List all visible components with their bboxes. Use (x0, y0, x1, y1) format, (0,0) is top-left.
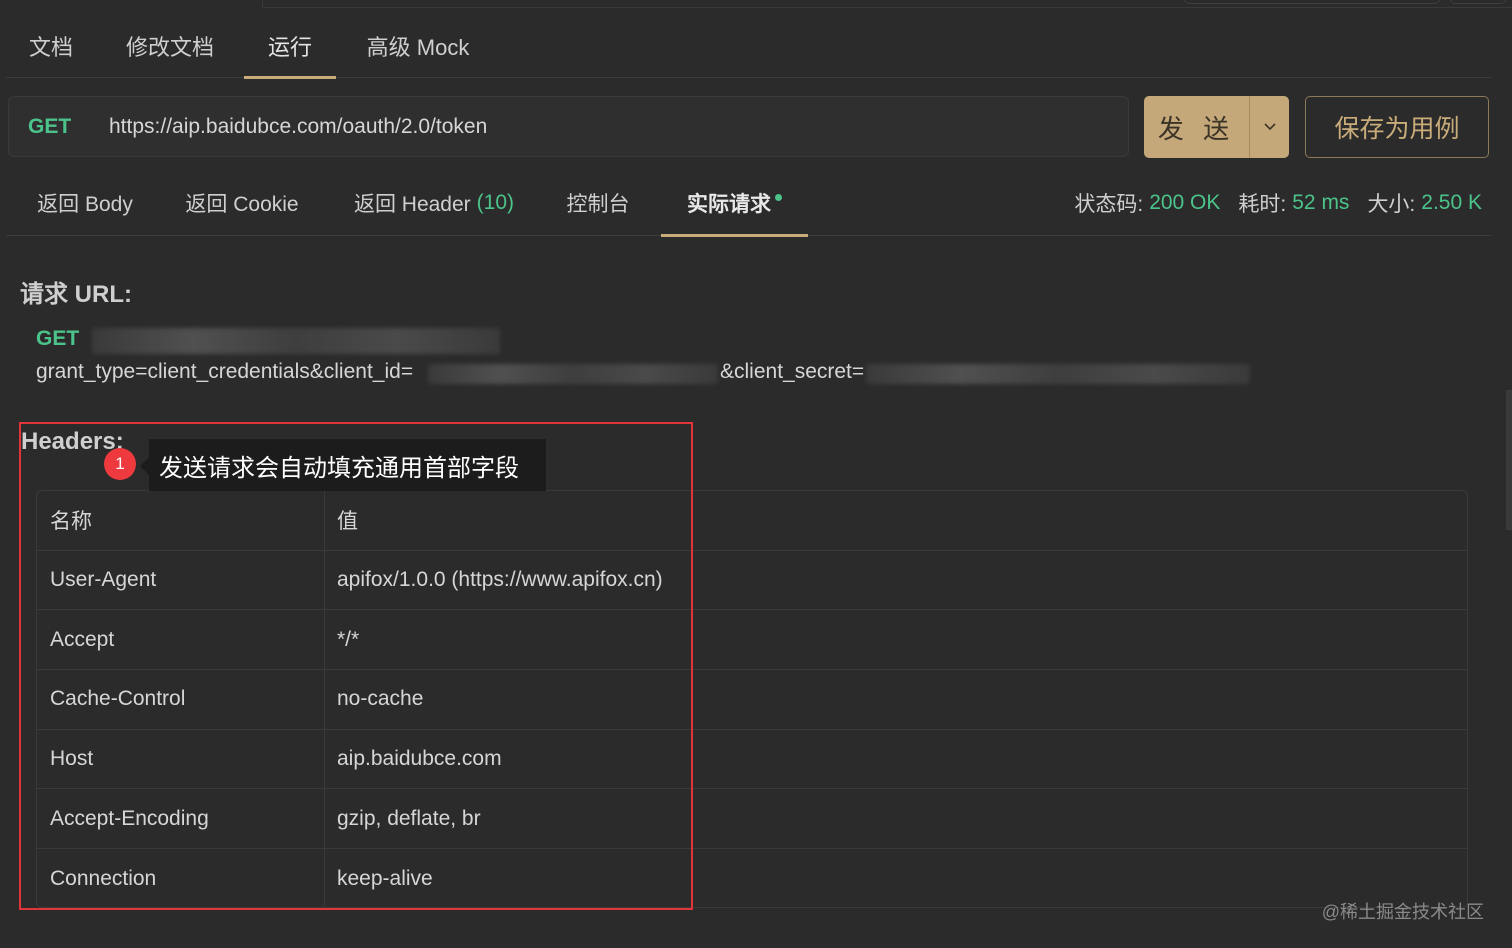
tab-actual-request-label: 实际请求 (687, 193, 771, 216)
column-name-header: 名称 (37, 491, 325, 550)
header-value: aip.baidubce.com (337, 747, 502, 771)
size-value: 2.50 K (1421, 191, 1482, 214)
header-name: Cache-Control (37, 670, 325, 729)
table-row: Host aip.baidubce.com (37, 729, 1467, 790)
header-name: Connection (37, 849, 325, 907)
table-header-row: 名称 值 (37, 491, 1467, 551)
main-tabs: 文档 修改文档 运行 高级 Mock (6, 14, 1492, 79)
request-query-secret: &client_secret= (720, 360, 865, 383)
tab-console[interactable]: 控制台 (556, 170, 640, 236)
time-label: 耗时: (1238, 193, 1287, 216)
header-value: apifox/1.0.0 (https://www.apifox.cn) (337, 568, 663, 592)
redacted-client-id (428, 364, 718, 384)
header-name: Accept (37, 610, 325, 670)
header-value: keep-alive (337, 866, 433, 890)
chevron-down-icon (1263, 123, 1276, 131)
redacted-client-secret (866, 364, 1250, 384)
tab-advanced-mock[interactable]: 高级 Mock (336, 14, 500, 78)
top-search-box[interactable] (1184, 0, 1440, 4)
tab-actual-request[interactable]: 实际请求 (661, 170, 808, 237)
table-row: Accept-Encoding gzip, deflate, br (37, 789, 1467, 850)
request-method: GET (36, 327, 80, 350)
table-row: Cache-Control no-cache (37, 670, 1467, 730)
header-value: no-cache (337, 687, 424, 711)
response-stats: 状态码: 200 OK 耗时: 52 ms 大小: 2.50 K (1056, 170, 1482, 236)
send-button-group: 发 送 (1144, 96, 1289, 158)
top-bar (262, 0, 1512, 8)
status-value: 200 OK (1149, 191, 1221, 214)
tab-response-cookie[interactable]: 返回 Cookie (172, 170, 312, 236)
tab-edit-docs[interactable]: 修改文档 (96, 14, 244, 78)
response-tabs: 返回 Body 返回 Cookie 返回 Header (10) 控制台 实际请… (6, 170, 1492, 237)
url-bar[interactable]: GET https://aip.baidubce.com/oauth/2.0/t… (8, 96, 1129, 157)
send-button[interactable]: 发 送 (1144, 96, 1250, 158)
request-url-title: 请求 URL: (20, 281, 132, 308)
header-name: Host (37, 729, 325, 789)
save-as-case-button[interactable]: 保存为用例 (1305, 96, 1489, 158)
tab-docs[interactable]: 文档 (6, 14, 96, 78)
top-action-box[interactable] (1450, 0, 1506, 4)
tab-run[interactable]: 运行 (244, 14, 336, 79)
headers-table: 名称 值 User-Agent apifox/1.0.0 (https://ww… (36, 490, 1468, 908)
status-label: 状态码: (1074, 193, 1144, 216)
table-row: User-Agent apifox/1.0.0 (https://www.api… (37, 550, 1467, 611)
tab-response-header[interactable]: 返回 Header (10) (342, 170, 526, 236)
header-name: Accept-Encoding (37, 789, 325, 849)
tab-response-header-label: 返回 Header (353, 193, 471, 216)
header-value: gzip, deflate, br (337, 806, 481, 830)
time-value: 52 ms (1292, 191, 1350, 214)
watermark: @稀土掘金技术社区 (1321, 902, 1484, 922)
request-query: grant_type=client_credentials&client_id= (36, 360, 414, 383)
tab-response-body[interactable]: 返回 Body (20, 170, 150, 236)
column-value-header: 值 (337, 510, 358, 534)
send-options-button[interactable] (1250, 96, 1289, 158)
redacted-url (92, 328, 500, 354)
table-row: Connection keep-alive (37, 849, 1467, 907)
active-dot-icon (775, 193, 782, 201)
annotation-tooltip: 发送请求会自动填充通用首部字段 (140, 439, 546, 491)
header-count: (10) (476, 191, 515, 214)
table-row: Accept */* (37, 610, 1467, 671)
scrollbar[interactable] (1506, 390, 1512, 530)
method-select[interactable]: GET (9, 115, 109, 139)
header-name: User-Agent (37, 550, 325, 610)
url-input[interactable]: https://aip.baidubce.com/oauth/2.0/token (109, 115, 487, 139)
header-value: */* (337, 627, 360, 651)
annotation-badge: 1 (104, 448, 136, 480)
size-label: 大小: (1367, 193, 1416, 216)
